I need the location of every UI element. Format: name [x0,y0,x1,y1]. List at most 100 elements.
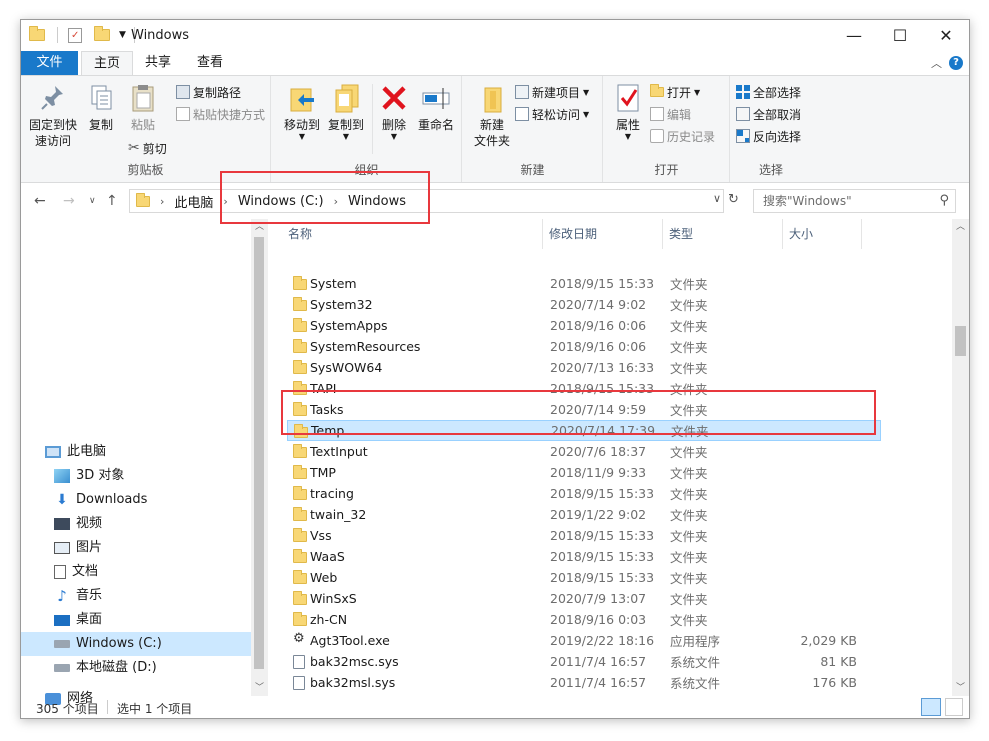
address-dropdown-chevron-icon[interactable]: ∨ [713,192,721,205]
file-name: TMP [310,465,336,480]
tab-view[interactable]: 查看 [187,51,233,75]
table-row[interactable]: Vss 2018/9/15 15:33 文件夹 [287,525,881,546]
new-folder-qat-button[interactable] [94,26,110,41]
table-row[interactable]: bak32msl.sys 2011/7/4 16:57 系统文件 176 KB [287,672,881,693]
delete-button[interactable]: 删除 ▼ [376,82,412,141]
select-group: 全部选择 全部取消 反向选择 选择 [731,76,811,182]
new-folder-button[interactable]: 新建 文件夹 [467,82,517,149]
navigation-pane: 此电脑 3D 对象 ⬇ Downloads 视频 图片 文档 ♪ 音乐 桌面 W… [21,219,265,706]
file-list-scrollbar-thumb[interactable] [955,326,966,356]
search-input[interactable]: 搜索"Windows" ⚲ [753,189,956,213]
copy-to-icon [330,82,362,114]
nav-scrollbar[interactable]: ︿ ﹀ [251,219,268,696]
table-row[interactable]: SystemApps 2018/9/16 0:06 文件夹 [287,315,881,336]
scroll-down-arrow-icon[interactable]: ﹀ [251,680,268,696]
nav-item-3d-objects[interactable]: 3D 对象 [21,464,251,488]
maximize-button[interactable]: ☐ [877,20,923,51]
nav-item-drive-c[interactable]: Windows (C:) [21,632,251,656]
forward-arrow-icon[interactable]: → [63,193,75,209]
open-button[interactable]: 打开 ▼ [650,82,700,102]
table-row[interactable]: TMP 2018/11/9 9:33 文件夹 [287,462,881,483]
paste-label: 粘贴 [130,118,155,132]
search-icon: ⚲ [939,193,949,208]
cut-button[interactable]: ✂ 剪切 [128,138,167,158]
copy-path-button[interactable]: 复制路径 [176,82,241,102]
details-view-icon[interactable] [921,698,941,716]
edit-button[interactable]: 编辑 [650,104,691,124]
properties-qat-button[interactable]: ✓ [68,27,82,43]
nav-label: 图片 [76,540,103,555]
file-size: 176 KB [812,675,857,690]
nav-item-drive-d[interactable]: 本地磁盘 (D:) [21,656,251,680]
up-arrow-icon[interactable]: ↑ [106,193,118,209]
scroll-down-arrow-icon[interactable]: ﹀ [952,680,969,696]
refresh-icon[interactable]: ↻ [728,192,739,207]
back-arrow-icon[interactable]: ← [34,193,46,209]
column-header-date[interactable]: 修改日期 [542,219,597,249]
history-button[interactable]: 历史记录 [650,126,715,146]
pin-quick-access-button[interactable]: 固定到快 速访问 [27,82,79,149]
nav-item-this-pc[interactable]: 此电脑 [21,440,251,464]
invert-selection-button[interactable]: 反向选择 [736,126,801,146]
table-row[interactable]: SysWOW64 2020/7/13 16:33 文件夹 [287,357,881,378]
nav-item-downloads[interactable]: ⬇ Downloads [21,488,251,512]
help-icon[interactable]: ? [949,56,963,70]
folder-icon [293,612,307,626]
table-row[interactable]: WinSxS 2020/7/9 13:07 文件夹 [287,588,881,609]
ribbon-expand-icon[interactable]: ︿ [931,55,942,71]
rename-button[interactable]: 重命名 [414,82,458,133]
nav-scrollbar-thumb[interactable] [254,237,264,669]
new-folder-icon [476,82,508,114]
column-header-type[interactable]: 类型 [662,219,693,249]
table-row[interactable]: ⚙ Agt3Tool.exe 2019/2/22 18:16 应用程序 2,029 KB [287,630,881,651]
nav-item-desktop[interactable]: 桌面 [21,608,251,632]
new-item-button[interactable]: 新建项目 ▼ [515,82,589,102]
easy-access-button[interactable]: 轻松访问 ▼ [515,104,589,124]
table-row[interactable]: TextInput 2020/7/6 18:37 文件夹 [287,441,881,462]
tab-share[interactable]: 共享 [135,51,181,75]
copy-to-button[interactable]: 复制到 ▼ [324,82,368,141]
paste-button[interactable]: 粘贴 [123,82,163,133]
new-item-label: 新建项目 [532,85,581,100]
select-none-button[interactable]: 全部取消 [736,104,801,124]
file-type: 应用程序 [670,634,721,649]
file-name: System [310,276,357,291]
close-button[interactable]: ✕ [923,20,969,51]
paste-shortcut-button[interactable]: 粘贴快捷方式 [176,104,265,124]
table-row[interactable]: WaaS 2018/9/15 15:33 文件夹 [287,546,881,567]
nav-item-music[interactable]: ♪ 音乐 [21,584,251,608]
large-icons-view-icon[interactable] [945,698,963,716]
table-row[interactable]: Web 2018/9/15 15:33 文件夹 [287,567,881,588]
picture-icon [54,542,70,554]
recent-locations-chevron-icon[interactable]: ∨ [89,196,96,206]
pin-icon [37,82,69,114]
table-row[interactable]: tracing 2018/9/15 15:33 文件夹 [287,483,881,504]
table-row[interactable]: System32 2020/7/14 9:02 文件夹 [287,294,881,315]
nav-item-videos[interactable]: 视频 [21,512,251,536]
table-row[interactable]: System 2018/9/15 15:33 文件夹 [287,273,881,294]
tab-home[interactable]: 主页 [81,51,133,75]
table-row[interactable]: bak32msc.sys 2011/7/4 16:57 系统文件 81 KB [287,651,881,672]
table-row[interactable]: zh-CN 2018/9/16 0:03 文件夹 [287,609,881,630]
column-header-size[interactable]: 大小 [782,219,862,249]
copy-button[interactable]: 复制 [83,82,119,133]
chevron-down-icon[interactable]: ▼ [119,30,126,40]
table-row[interactable]: twain_32 2019/1/22 9:02 文件夹 [287,504,881,525]
folder-icon [293,507,307,521]
minimize-button[interactable]: — [831,20,877,51]
table-row[interactable]: SystemResources 2018/9/16 0:06 文件夹 [287,336,881,357]
file-date: 2018/9/15 15:33 [550,549,655,564]
chevron-down-icon: ▼ [583,109,590,119]
tab-file[interactable]: 文件 [21,51,78,75]
scroll-up-arrow-icon[interactable]: ︿ [952,219,969,235]
move-to-button[interactable]: 移动到 ▼ [280,82,324,141]
breadcrumb-this-pc[interactable]: 此电脑 [174,192,213,211]
file-name: WinSxS [310,591,357,606]
file-list-scrollbar[interactable]: ︿ ﹀ [952,219,969,696]
file-date: 2011/7/4 16:57 [550,675,647,690]
select-all-button[interactable]: 全部选择 [736,82,801,102]
file-type: 文件夹 [670,277,708,292]
nav-item-documents[interactable]: 文档 [21,560,251,584]
properties-button[interactable]: 属性 ▼ [610,82,646,141]
nav-item-pictures[interactable]: 图片 [21,536,251,560]
